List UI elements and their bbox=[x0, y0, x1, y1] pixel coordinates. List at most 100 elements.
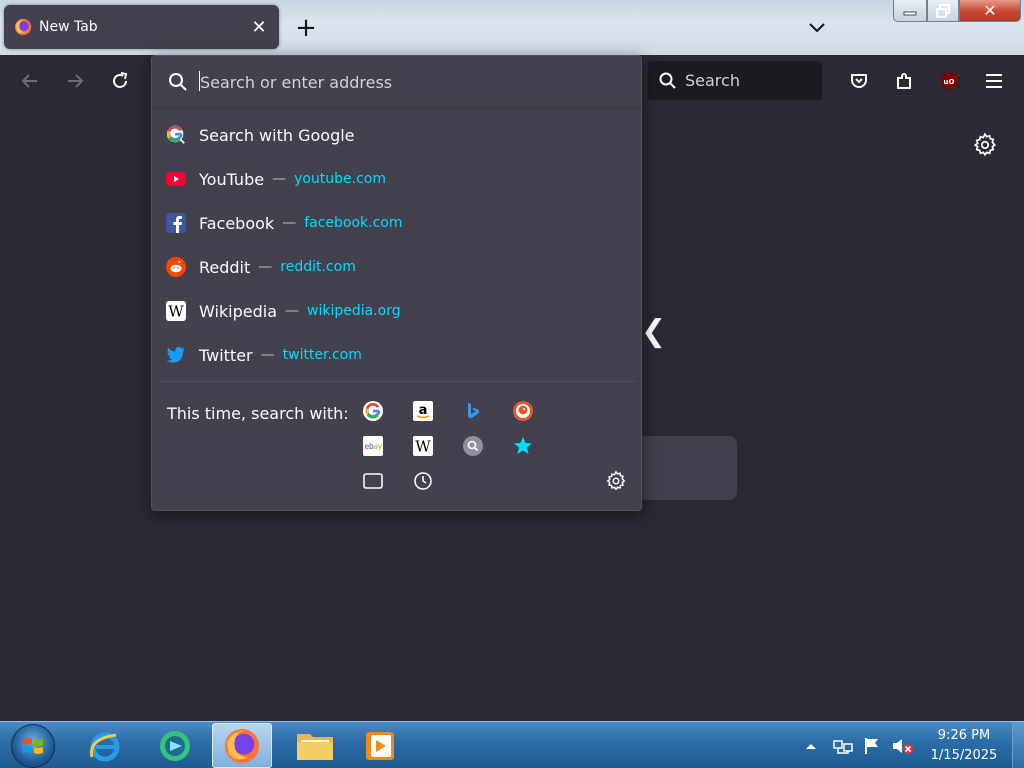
ebay-icon: ebay bbox=[363, 436, 383, 456]
pocket-button[interactable] bbox=[843, 65, 875, 97]
tab-new-tab[interactable]: New Tab ✕ bbox=[4, 5, 279, 49]
one-off-wikipedia-button[interactable]: W bbox=[409, 432, 437, 460]
minimize-button[interactable] bbox=[893, 0, 927, 22]
result-separator: — bbox=[285, 303, 300, 319]
divider bbox=[158, 381, 635, 382]
restore-icon bbox=[936, 3, 950, 18]
result-url: youtube.com bbox=[294, 171, 386, 187]
page-search-box[interactable] bbox=[640, 436, 737, 500]
search-bar[interactable]: Search bbox=[648, 61, 822, 100]
result-title: Search with Google bbox=[199, 125, 355, 145]
back-button[interactable] bbox=[14, 65, 46, 97]
reload-icon bbox=[113, 72, 128, 88]
minimize-icon bbox=[903, 11, 917, 15]
clock-icon bbox=[414, 472, 432, 490]
extensions-button[interactable] bbox=[888, 65, 920, 97]
one-off-bookmarks-button[interactable] bbox=[509, 432, 537, 460]
clock-time: 9:26 PM bbox=[937, 728, 991, 743]
taskbar-firefox[interactable] bbox=[212, 723, 272, 768]
flag-icon bbox=[865, 737, 878, 754]
twitter-icon bbox=[166, 345, 186, 365]
media-player-icon bbox=[366, 731, 394, 760]
ublock-icon: uO bbox=[941, 72, 957, 90]
address-bar[interactable] bbox=[152, 56, 641, 108]
taskbar-bluestacks[interactable] bbox=[145, 723, 205, 768]
close-tab-button[interactable]: ✕ bbox=[247, 15, 271, 39]
search-icon bbox=[659, 72, 676, 89]
forward-button[interactable] bbox=[59, 65, 91, 97]
result-title: Twitter bbox=[199, 345, 253, 365]
action-center-tray-icon[interactable] bbox=[862, 722, 882, 768]
one-off-google-button[interactable] bbox=[359, 397, 387, 425]
show-hidden-icons[interactable] bbox=[803, 722, 819, 768]
volume-tray-icon[interactable] bbox=[891, 722, 915, 768]
show-desktop-button[interactable] bbox=[1012, 722, 1024, 768]
one-off-bing-button[interactable] bbox=[459, 397, 487, 425]
result-url: reddit.com bbox=[280, 259, 356, 275]
taskbar-media-player[interactable] bbox=[350, 723, 410, 768]
amazon-icon: a bbox=[413, 401, 433, 421]
svg-text:W: W bbox=[415, 438, 431, 456]
page-logo-fragment: ❮ bbox=[641, 314, 667, 349]
one-off-search-label: This time, search with: bbox=[167, 404, 349, 423]
network-tray-icon[interactable] bbox=[832, 722, 854, 768]
search-settings-button[interactable] bbox=[602, 467, 630, 495]
result-separator: — bbox=[282, 215, 297, 231]
firefox-icon bbox=[14, 18, 32, 36]
result-facebook[interactable]: Facebook — facebook.com bbox=[158, 203, 635, 243]
close-window-button[interactable]: ✕ bbox=[959, 0, 1021, 22]
address-bar-popup: Search with Google YouTube — youtube.com… bbox=[151, 55, 642, 511]
one-off-amazon-button[interactable]: a bbox=[409, 397, 437, 425]
star-icon bbox=[514, 437, 532, 454]
result-title: YouTube bbox=[199, 169, 265, 189]
clock-date: 1/15/2025 bbox=[930, 748, 998, 763]
result-separator: — bbox=[272, 171, 287, 187]
search-icon bbox=[169, 73, 187, 91]
result-separator: — bbox=[258, 259, 273, 275]
result-url: twitter.com bbox=[282, 347, 362, 363]
list-all-tabs-button[interactable] bbox=[804, 14, 830, 40]
result-title: Wikipedia bbox=[199, 301, 278, 321]
text-cursor bbox=[199, 71, 200, 91]
reddit-icon bbox=[166, 257, 186, 277]
google-icon bbox=[166, 125, 186, 145]
folder-icon bbox=[297, 733, 333, 760]
search-bar-placeholder: Search bbox=[685, 71, 740, 90]
system-clock[interactable]: 9:26 PM 1/15/2025 bbox=[922, 726, 1006, 766]
result-twitter[interactable]: Twitter — twitter.com bbox=[158, 335, 635, 375]
speaker-muted-icon bbox=[893, 738, 913, 754]
personalize-button[interactable] bbox=[972, 132, 998, 158]
chevron-up-icon bbox=[806, 743, 816, 749]
network-icon bbox=[833, 739, 853, 754]
taskbar-internet-explorer[interactable] bbox=[75, 723, 135, 768]
result-reddit[interactable]: Reddit — reddit.com bbox=[158, 247, 635, 287]
new-tab-button[interactable]: + bbox=[292, 13, 320, 43]
address-input[interactable] bbox=[200, 72, 620, 92]
result-title: Reddit bbox=[199, 257, 251, 277]
gear-icon bbox=[973, 132, 997, 157]
one-off-ebay-button[interactable]: ebay bbox=[359, 432, 387, 460]
start-button[interactable] bbox=[11, 724, 55, 768]
ublock-origin-button[interactable]: uO bbox=[933, 65, 965, 97]
windows-taskbar: 9:26 PM 1/15/2025 bbox=[0, 721, 1024, 768]
firefox-icon bbox=[224, 728, 260, 763]
bing-icon bbox=[468, 403, 479, 419]
tab-icon bbox=[363, 473, 383, 489]
one-off-history-button[interactable] bbox=[409, 467, 437, 495]
app-menu-button[interactable] bbox=[978, 65, 1010, 97]
result-separator: — bbox=[260, 347, 275, 363]
windows-logo-icon bbox=[23, 738, 43, 754]
back-arrow-icon bbox=[21, 74, 37, 88]
one-off-duckduckgo-button[interactable] bbox=[509, 397, 537, 425]
result-search-with-google[interactable]: Search with Google bbox=[158, 115, 635, 155]
taskbar-file-explorer[interactable] bbox=[285, 723, 345, 768]
forward-arrow-icon bbox=[68, 74, 84, 88]
restore-button[interactable] bbox=[927, 0, 959, 22]
one-off-tabs-button[interactable] bbox=[359, 467, 387, 495]
result-wikipedia[interactable]: W Wikipedia — wikipedia.org bbox=[158, 291, 635, 331]
result-youtube[interactable]: YouTube — youtube.com bbox=[158, 159, 635, 199]
reload-button[interactable] bbox=[104, 65, 136, 97]
divider bbox=[152, 108, 641, 109]
google-icon bbox=[363, 401, 383, 421]
one-off-search-engine-button[interactable] bbox=[459, 432, 487, 460]
